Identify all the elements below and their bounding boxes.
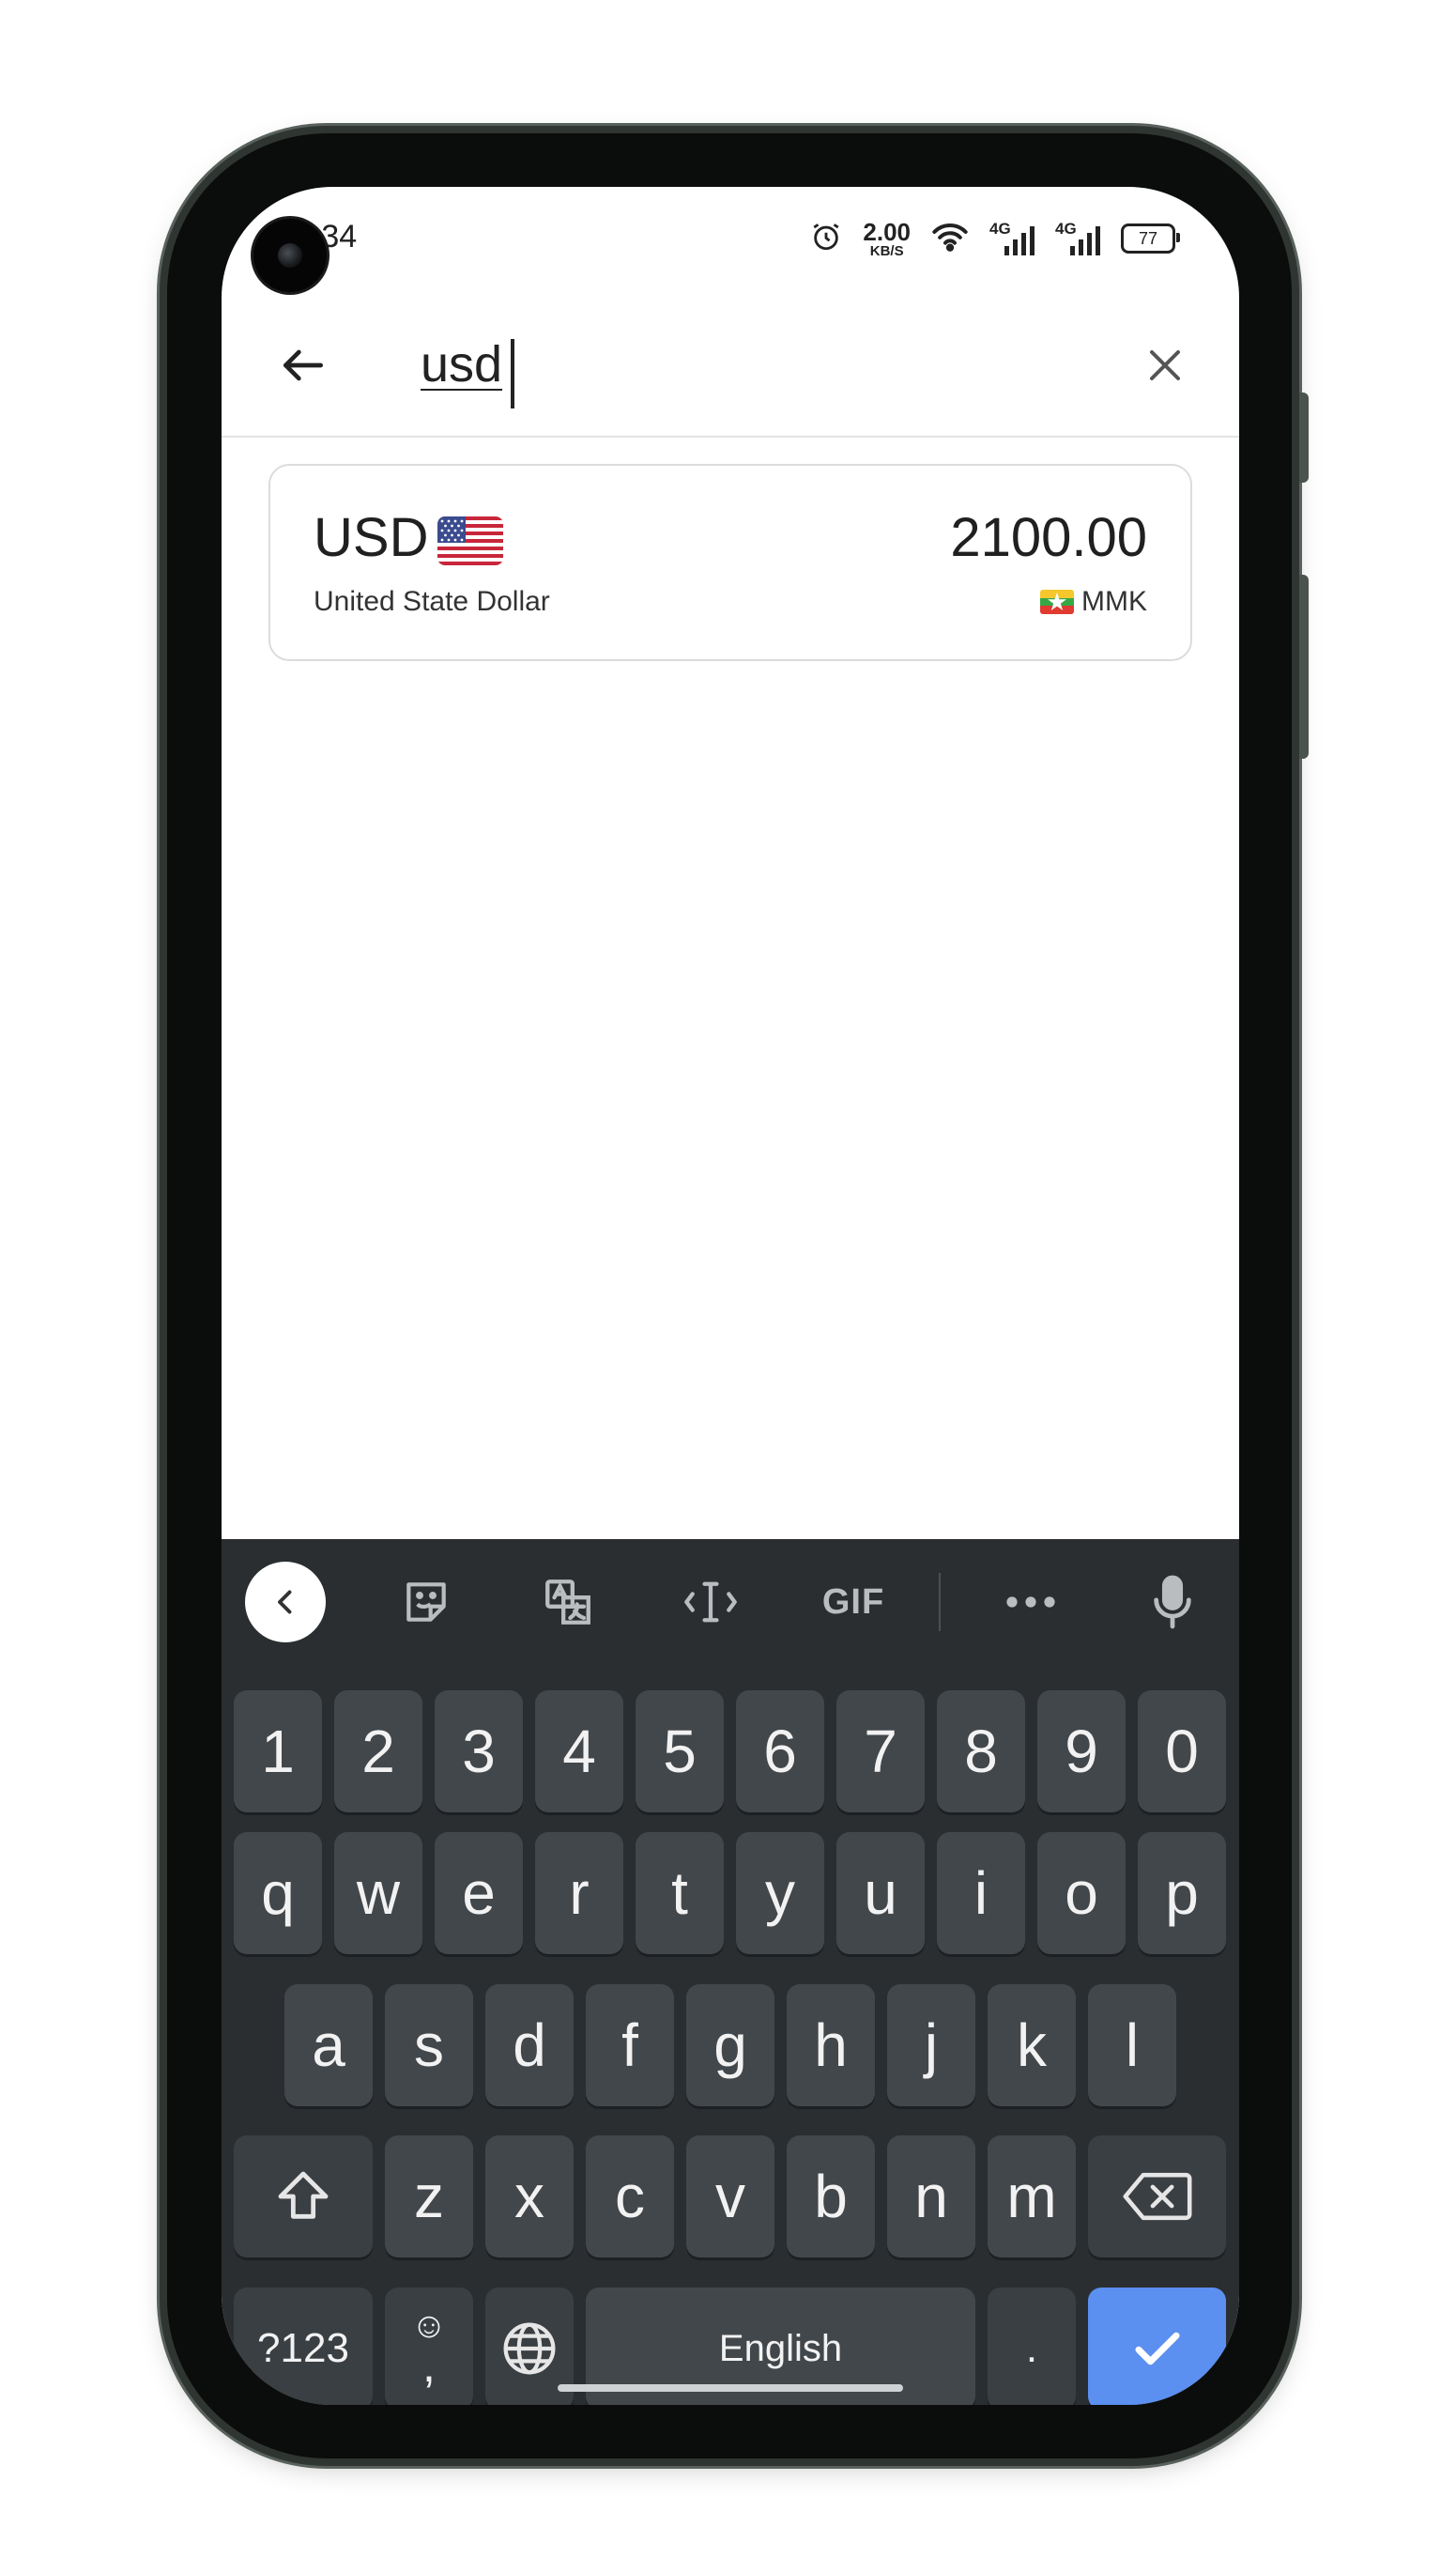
key-m[interactable]: m xyxy=(988,2135,1076,2257)
key-p[interactable]: p xyxy=(1138,1832,1226,1954)
sim1-signal-icon: 4G xyxy=(989,220,1035,257)
key-9[interactable]: 9 xyxy=(1037,1690,1126,1812)
exchange-rate: 2100.00 xyxy=(950,507,1147,568)
key-x[interactable]: x xyxy=(485,2135,574,2257)
shift-icon xyxy=(278,2171,329,2219)
key-c[interactable]: c xyxy=(586,2135,674,2257)
key-g[interactable]: g xyxy=(686,1984,774,2106)
globe-icon xyxy=(503,2322,556,2375)
key-8[interactable]: 8 xyxy=(937,1690,1025,1812)
key-k[interactable]: k xyxy=(988,1984,1076,2106)
back-button[interactable] xyxy=(270,332,336,398)
key-v[interactable]: v xyxy=(686,2135,774,2257)
key-2[interactable]: 2 xyxy=(334,1690,422,1812)
gif-button[interactable]: GIF xyxy=(813,1562,894,1642)
key-y[interactable]: y xyxy=(736,1832,824,1954)
keyboard: GIF 1 2 3 4 5 6 7 8 9 0 q w e r t y u i … xyxy=(222,1539,1239,2405)
battery-icon: 77 xyxy=(1121,223,1180,254)
translate-button[interactable] xyxy=(528,1562,608,1642)
key-b[interactable]: b xyxy=(787,2135,875,2257)
key-h[interactable]: h xyxy=(787,1984,875,2106)
target-currency: MMK xyxy=(1040,586,1147,618)
close-icon xyxy=(1150,350,1180,380)
key-4[interactable]: 4 xyxy=(535,1690,623,1812)
myanmar-flag-icon xyxy=(1040,590,1074,614)
text-cursor-icon xyxy=(684,1581,737,1623)
key-j[interactable]: j xyxy=(887,1984,975,2106)
key-1[interactable]: 1 xyxy=(234,1690,322,1812)
key-u[interactable]: u xyxy=(836,1832,925,1954)
key-r[interactable]: r xyxy=(535,1832,623,1954)
voice-input-button[interactable] xyxy=(1132,1562,1213,1642)
key-e[interactable]: e xyxy=(435,1832,523,1954)
key-3[interactable]: 3 xyxy=(435,1690,523,1812)
microphone-icon xyxy=(1154,1575,1191,1629)
phone-frame: 3:34 2.00 KB/S 4G 4G 77 usd USD United S… xyxy=(167,133,1309,2458)
network-speed-unit: KB/S xyxy=(869,242,904,259)
sticker-button[interactable] xyxy=(386,1562,467,1642)
key-z[interactable]: z xyxy=(385,2135,473,2257)
enter-key[interactable] xyxy=(1088,2288,1226,2405)
key-7[interactable]: 7 xyxy=(836,1690,925,1812)
arrow-left-icon xyxy=(284,349,323,381)
comma-label: , xyxy=(422,2339,436,2392)
chevron-left-icon xyxy=(278,1590,292,1614)
key-l[interactable]: l xyxy=(1088,1984,1176,2106)
network-speed: 2.00 KB/S xyxy=(863,220,911,258)
key-d[interactable]: d xyxy=(485,1984,574,2106)
currency-code: USD xyxy=(314,507,429,568)
power-button xyxy=(1299,575,1309,759)
period-key[interactable]: . xyxy=(988,2288,1076,2405)
key-0[interactable]: 0 xyxy=(1138,1690,1226,1812)
key-i[interactable]: i xyxy=(937,1832,1025,1954)
key-5[interactable]: 5 xyxy=(636,1690,724,1812)
key-o[interactable]: o xyxy=(1037,1832,1126,1954)
us-flag-icon xyxy=(437,516,503,565)
key-f[interactable]: f xyxy=(586,1984,674,2106)
backspace-key[interactable] xyxy=(1088,2135,1226,2257)
symbols-key[interactable]: ?123 xyxy=(234,2288,373,2405)
keyboard-toolbar: GIF xyxy=(222,1539,1239,1667)
alarm-icon xyxy=(810,221,842,257)
clear-search-button[interactable] xyxy=(1132,332,1198,398)
backspace-icon xyxy=(1123,2172,1191,2221)
toolbar-divider xyxy=(939,1573,941,1631)
sim2-signal-icon: 4G xyxy=(1055,220,1100,257)
checkmark-icon xyxy=(1135,2332,1179,2365)
status-bar: 3:34 2.00 KB/S 4G 4G 77 xyxy=(222,187,1239,290)
sticker-icon xyxy=(406,1582,446,1622)
gif-label: GIF xyxy=(821,1581,885,1622)
battery-level: 77 xyxy=(1138,228,1158,248)
key-s[interactable]: s xyxy=(385,1984,473,2106)
network-speed-value: 2.00 xyxy=(863,217,911,246)
key-a[interactable]: a xyxy=(284,1984,373,2106)
key-w[interactable]: w xyxy=(334,1832,422,1954)
front-camera xyxy=(253,219,327,292)
text-cursor xyxy=(511,339,514,408)
translate-icon xyxy=(545,1579,590,1625)
target-currency-code: MMK xyxy=(1081,586,1147,617)
currency-name: United State Dollar xyxy=(314,586,550,617)
shift-key[interactable] xyxy=(234,2135,373,2257)
screen: 3:34 2.00 KB/S 4G 4G 77 usd USD United S… xyxy=(222,187,1239,2405)
key-n[interactable]: n xyxy=(887,2135,975,2257)
more-horizontal-icon xyxy=(1006,1596,1055,1608)
cursor-control-button[interactable] xyxy=(670,1562,751,1642)
more-options-button[interactable] xyxy=(990,1562,1071,1642)
search-input[interactable] xyxy=(421,329,984,400)
collapse-toolbar-button[interactable] xyxy=(245,1562,326,1642)
key-q[interactable]: q xyxy=(234,1832,322,1954)
status-icons: 2.00 KB/S 4G 4G 77 xyxy=(810,215,1180,262)
key-t[interactable]: t xyxy=(636,1832,724,1954)
search-bar xyxy=(222,295,1239,438)
volume-button xyxy=(1299,393,1309,483)
currency-result-card[interactable]: USD United State Dollar 2100.00 MMK xyxy=(268,464,1192,661)
wifi-icon xyxy=(931,221,969,257)
key-6[interactable]: 6 xyxy=(736,1690,824,1812)
home-indicator[interactable] xyxy=(558,2384,903,2392)
emoji-comma-key[interactable]: ☺ , xyxy=(385,2288,473,2405)
